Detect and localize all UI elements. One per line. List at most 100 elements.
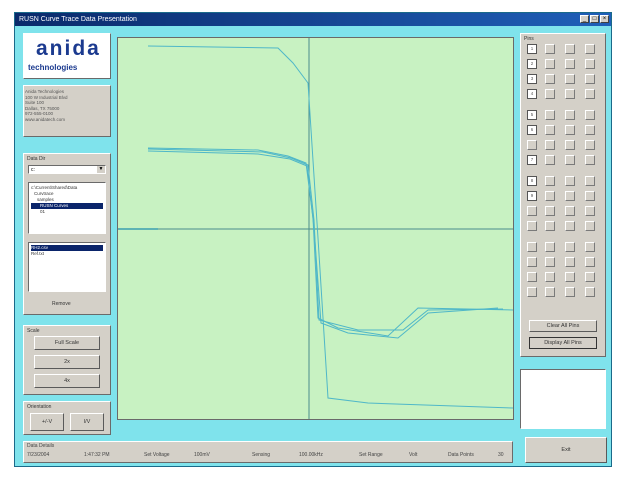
set-voltage-value: 100mV <box>194 452 210 458</box>
pin-button[interactable] <box>585 140 595 150</box>
pin-button[interactable] <box>545 176 555 186</box>
pin-button[interactable] <box>585 272 595 282</box>
pin-button[interactable] <box>545 257 555 267</box>
pin-button[interactable] <box>565 257 575 267</box>
pin-button[interactable] <box>527 221 537 231</box>
pin-button[interactable] <box>527 140 537 150</box>
trace-1 <box>147 45 514 409</box>
pin-button[interactable] <box>545 287 555 297</box>
data-dir-panel: Data Dir c: ▼ c:\Current\Shared\Data Cur… <box>23 153 111 315</box>
data-points-value: 30 <box>498 452 504 458</box>
file-item[interactable]: Ref.txt <box>31 251 103 257</box>
pin-button[interactable]: 4 <box>527 89 537 99</box>
pin-button[interactable] <box>585 221 595 231</box>
address-block: Anida Technologies 100 W Industrial Blvd S… <box>25 89 68 122</box>
file-list[interactable]: RH2.csv Ref.txt <box>28 242 106 292</box>
pin-button[interactable] <box>565 59 575 69</box>
pin-button[interactable] <box>545 206 555 216</box>
close-button[interactable]: × <box>600 15 609 23</box>
pin-button[interactable] <box>585 59 595 69</box>
pin-button[interactable] <box>545 155 555 165</box>
pin-button[interactable] <box>545 191 555 201</box>
scale-4x-button[interactable]: 4x <box>34 374 100 388</box>
pin-button[interactable] <box>545 125 555 135</box>
logo-text: anida <box>36 37 101 60</box>
remove-button[interactable]: Remove <box>52 301 71 307</box>
pin-button[interactable] <box>545 110 555 120</box>
pin-button[interactable] <box>545 59 555 69</box>
data-dir-label: Data Dir <box>27 156 46 162</box>
pin-button[interactable] <box>585 74 595 84</box>
pins-panel: Pins 1 2 3 4 5 6 7 8 9 Clear All Pins Display Al… <box>520 33 606 357</box>
curve-plot[interactable] <box>117 37 514 420</box>
pin-button[interactable] <box>565 74 575 84</box>
pin-button[interactable] <box>527 257 537 267</box>
pin-button[interactable] <box>545 89 555 99</box>
pin-button[interactable] <box>585 257 595 267</box>
orientation-iv-button[interactable]: I/V <box>70 413 104 431</box>
app-window: RUSN Curve Trace Data Presentation _ □ ×… <box>14 12 612 467</box>
plot-svg <box>118 38 514 419</box>
full-scale-button[interactable]: Full Scale <box>34 336 100 350</box>
pin-button[interactable] <box>585 125 595 135</box>
pin-button[interactable] <box>545 74 555 84</box>
pin-button[interactable] <box>565 110 575 120</box>
drive-select[interactable]: c: ▼ <box>28 165 106 174</box>
pin-button[interactable] <box>585 110 595 120</box>
scale-2x-button[interactable]: 2x <box>34 355 100 369</box>
pin-button[interactable] <box>585 242 595 252</box>
display-all-pins-button[interactable]: Display All Pins <box>529 337 597 349</box>
folder-tree[interactable]: c:\Current\Shared\Data Curvtrace samples… <box>28 182 106 234</box>
pin-button[interactable] <box>565 242 575 252</box>
pin-button[interactable] <box>527 287 537 297</box>
pin-button[interactable]: 8 <box>527 176 537 186</box>
pin-button[interactable]: 1 <box>527 44 537 54</box>
trace-2 <box>147 147 514 337</box>
pin-button[interactable] <box>565 221 575 231</box>
pin-button[interactable] <box>565 89 575 99</box>
pin-button[interactable] <box>545 44 555 54</box>
pin-button[interactable] <box>565 287 575 297</box>
pin-button[interactable] <box>545 272 555 282</box>
pin-button[interactable] <box>585 89 595 99</box>
pin-button[interactable]: 5 <box>527 110 537 120</box>
chevron-down-icon[interactable]: ▼ <box>97 166 105 173</box>
pin-button[interactable] <box>585 44 595 54</box>
orientation-v-button[interactable]: +/-V <box>30 413 64 431</box>
pin-button[interactable]: 2 <box>527 59 537 69</box>
pin-button[interactable] <box>545 221 555 231</box>
pin-button[interactable] <box>527 272 537 282</box>
set-range-value: Volt <box>409 452 418 458</box>
pin-button[interactable]: 6 <box>527 125 537 135</box>
pin-button[interactable] <box>585 155 595 165</box>
pin-button[interactable] <box>585 176 595 186</box>
pin-button[interactable] <box>585 191 595 201</box>
pin-button[interactable] <box>585 287 595 297</box>
window-title: RUSN Curve Trace Data Presentation <box>19 16 137 23</box>
maximize-button[interactable]: □ <box>590 15 599 23</box>
pin-button[interactable] <box>585 206 595 216</box>
pin-button[interactable] <box>545 242 555 252</box>
pin-button[interactable] <box>527 206 537 216</box>
pin-button[interactable] <box>565 155 575 165</box>
orientation-panel: Orientation +/-V I/V <box>23 401 111 435</box>
pin-button[interactable] <box>565 272 575 282</box>
pin-button[interactable] <box>565 176 575 186</box>
minimize-button[interactable]: _ <box>580 15 589 23</box>
pin-button[interactable] <box>545 140 555 150</box>
pin-button[interactable] <box>565 191 575 201</box>
pin-button[interactable] <box>565 140 575 150</box>
pin-button[interactable] <box>565 206 575 216</box>
pin-button[interactable]: 3 <box>527 74 537 84</box>
sensing-value: 100.00kHz <box>299 452 323 458</box>
pin-button[interactable] <box>565 125 575 135</box>
pin-button[interactable] <box>565 44 575 54</box>
scale-panel: Scale Full Scale 2x 4x <box>23 325 111 395</box>
pin-button[interactable] <box>527 242 537 252</box>
folder-item[interactable]: 01 <box>31 209 103 215</box>
logo-subtitle: technologies <box>28 63 78 72</box>
exit-button[interactable]: Exit <box>525 437 607 463</box>
pin-button[interactable]: 7 <box>527 155 537 165</box>
pin-button[interactable]: 9 <box>527 191 537 201</box>
clear-all-pins-button[interactable]: Clear All Pins <box>529 320 597 332</box>
